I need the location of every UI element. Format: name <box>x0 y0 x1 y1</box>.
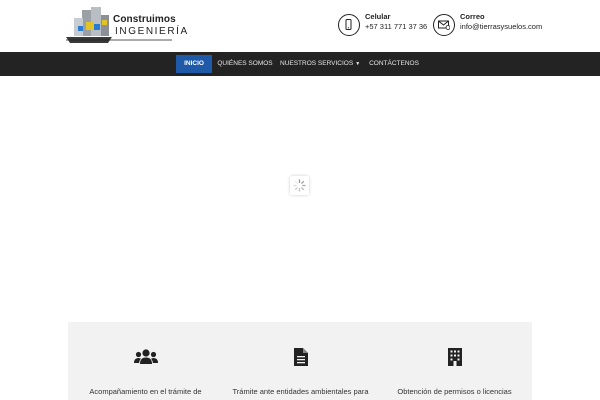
chevron-down-icon: ▼ <box>355 61 361 67</box>
nav-item-nuestros-servicios[interactable]: NUESTROS SERVICIOS ▼ <box>280 55 360 73</box>
company-logo[interactable]: Construimos INGENIERÍA <box>64 6 187 46</box>
document-icon <box>223 348 378 368</box>
loading-spinner-icon <box>290 176 309 195</box>
site-header: Construimos INGENIERÍA Celular +57 311 7… <box>0 0 600 52</box>
email-value[interactable]: info@tierrasysuelos.com <box>460 22 542 31</box>
phone-contact[interactable]: Celular +57 311 771 37 36 <box>338 12 428 42</box>
logo-line-1: Construimos <box>113 14 176 25</box>
logo-line-2: INGENIERÍA <box>115 26 189 37</box>
nav-item-contactenos[interactable]: CONTÁCTENOS <box>364 55 424 73</box>
service-card-1[interactable]: Acompañamiento en el trámite de permisos <box>68 322 223 400</box>
nav-item-label: CONTÁCTENOS <box>369 60 419 67</box>
nav-item-label: QUIÉNES SOMOS <box>217 60 273 67</box>
service-text: Trámite ante entidades ambientales para … <box>232 387 369 400</box>
email-label: Correo <box>460 12 485 21</box>
nav-item-inicio[interactable]: INICIO <box>176 55 212 73</box>
phone-label: Celular <box>365 12 391 21</box>
phone-value[interactable]: +57 311 771 37 36 <box>365 22 427 31</box>
service-text: Acompañamiento en el trámite de permisos <box>89 387 202 400</box>
envelope-icon <box>433 14 455 36</box>
email-contact[interactable]: Correo info@tierrasysuelos.com <box>433 12 553 42</box>
mobile-phone-icon <box>338 14 360 36</box>
nav-item-quienes-somos[interactable]: QUIÉNES SOMOS <box>214 55 276 73</box>
building-icon <box>377 348 532 368</box>
users-icon <box>68 348 223 368</box>
service-card-3[interactable]: Obtención de permisos o licencias urbaní… <box>377 322 532 400</box>
nav-item-label: NUESTROS SERVICIOS <box>280 60 354 67</box>
service-text: Obtención de permisos o licencias urbaní… <box>397 387 512 400</box>
service-card-2[interactable]: Trámite ante entidades ambientales para … <box>223 322 378 400</box>
nav-item-label: INICIO <box>184 60 204 67</box>
main-navigation: INICIO QUIÉNES SOMOS NUESTROS SERVICIOS ▼… <box>0 52 600 76</box>
